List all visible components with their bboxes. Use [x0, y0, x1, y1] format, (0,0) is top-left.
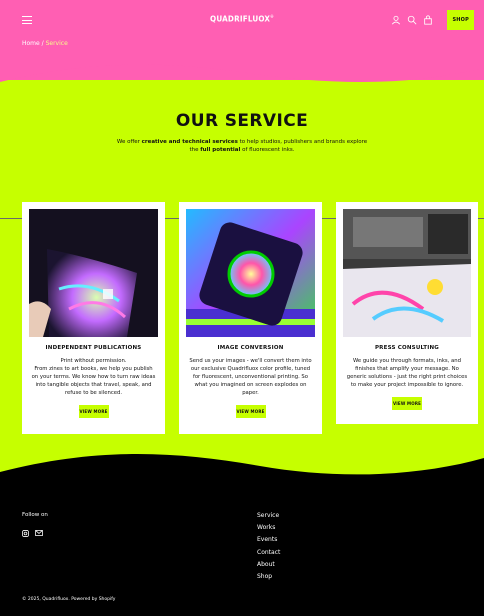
- hero-text-1: We offer: [116, 139, 142, 145]
- footer-link-works[interactable]: Works: [257, 522, 280, 534]
- breadcrumb-home[interactable]: Home: [22, 40, 40, 47]
- footer-link-contact[interactable]: Contact: [257, 547, 280, 559]
- page-title: OUR SERVICE: [175, 111, 309, 131]
- hero-highlight-2: full potential: [200, 147, 241, 153]
- footer: Follow on Service Works Events Contact A…: [0, 490, 484, 616]
- copyright: © 2025, Quadrifluox. Powered by Shopify: [22, 597, 115, 602]
- service-card-publications: INDEPENDENT PUBLICATIONS Print without p…: [22, 202, 165, 434]
- consulting-image: [343, 209, 471, 337]
- conversion-image: [186, 209, 315, 337]
- brand-name: QUADRIFLUOX: [210, 14, 271, 24]
- hero-highlight-1: creative and technical services: [141, 139, 238, 145]
- service-card-consulting: PRESS CONSULTING We guide you through fo…: [336, 202, 478, 424]
- card-description: We guide you through formats, inks, and …: [346, 358, 468, 388]
- view-more-button[interactable]: VIEW MORE: [78, 405, 109, 418]
- instagram-icon[interactable]: [22, 530, 29, 537]
- email-icon[interactable]: [35, 530, 43, 536]
- card-description: Send us your images - we'll convert them…: [189, 358, 312, 396]
- publications-image: [29, 209, 158, 337]
- powered-by-link[interactable]: Powered by Shopify: [71, 597, 115, 602]
- service-card-conversion: IMAGE CONVERSION Send us your images - w…: [179, 202, 322, 434]
- card-description: Print without permission. From zines to …: [31, 358, 156, 396]
- card-title: INDEPENDENT PUBLICATIONS: [45, 345, 142, 351]
- bottom-wave-divider: [0, 454, 484, 496]
- hero-text-3: of fluorescent inks.: [240, 147, 295, 153]
- hero-description: We offer creative and technical services…: [112, 138, 372, 154]
- breadcrumb: Home / Service: [22, 40, 68, 47]
- view-more-button[interactable]: VIEW MORE: [392, 397, 422, 410]
- view-more-button[interactable]: VIEW MORE: [235, 405, 266, 418]
- social-links: [22, 530, 43, 537]
- brand-logo[interactable]: QUADRIFLUOX®: [0, 14, 484, 24]
- brand-mark: ®: [270, 14, 274, 19]
- footer-link-service[interactable]: Service: [257, 510, 280, 522]
- card-title: IMAGE CONVERSION: [217, 345, 284, 351]
- breadcrumb-separator: /: [41, 40, 44, 47]
- footer-link-events[interactable]: Events: [257, 534, 280, 546]
- footer-link-about[interactable]: About: [257, 559, 280, 571]
- top-wave-divider: [0, 58, 484, 82]
- card-title: PRESS CONSULTING: [374, 345, 440, 351]
- copyright-text: © 2025, Quadrifluox.: [22, 597, 70, 602]
- footer-link-shop[interactable]: Shop: [257, 571, 280, 583]
- follow-label: Follow on: [22, 512, 48, 518]
- footer-nav: Service Works Events Contact About Shop: [257, 510, 280, 583]
- breadcrumb-current: Service: [45, 40, 68, 47]
